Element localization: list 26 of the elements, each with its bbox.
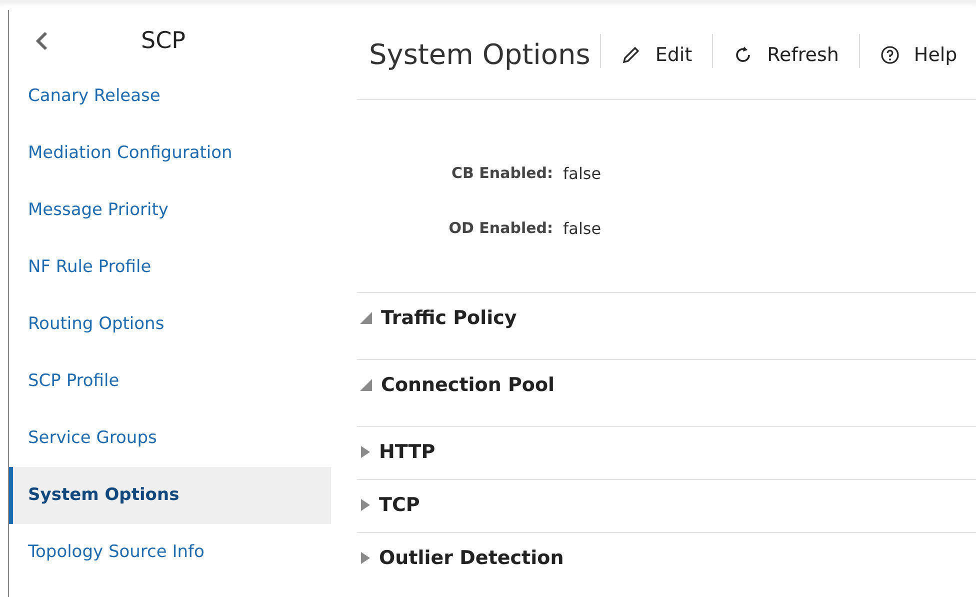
- field-label: OD Enabled:: [448, 219, 553, 237]
- chevron-left-icon: [35, 31, 49, 51]
- field-value: false: [563, 164, 602, 183]
- section-header[interactable]: HTTP: [357, 427, 436, 463]
- section-header[interactable]: TCP: [357, 480, 420, 516]
- pencil-icon: [621, 44, 642, 64]
- section-header[interactable]: Traffic Policy: [357, 293, 517, 329]
- edit-button[interactable]: Edit: [601, 44, 712, 66]
- sidebar-item[interactable]: Topology Source Info: [9, 524, 331, 581]
- sidebar-item[interactable]: NF Rule Profile: [9, 239, 331, 296]
- section-header[interactable]: Connection Pool: [357, 360, 555, 396]
- section-header[interactable]: Outlier Detection: [357, 533, 564, 569]
- sidebar-item[interactable]: SCP Profile: [9, 353, 331, 410]
- sidebar-item[interactable]: System Options: [9, 467, 331, 524]
- sidebar-item[interactable]: Service Groups: [9, 410, 331, 467]
- page-title: System Options: [369, 38, 590, 71]
- sidebar-title: SCP: [141, 28, 186, 54]
- help-icon: [880, 44, 900, 64]
- refresh-button[interactable]: Refresh: [713, 44, 859, 66]
- sidebar-item[interactable]: Mediation Configuration: [9, 125, 331, 182]
- sidebar-item[interactable]: Routing Options: [9, 296, 331, 353]
- sidebar-item[interactable]: Canary Release: [9, 68, 331, 125]
- help-button[interactable]: Help: [860, 44, 976, 66]
- field-value: false: [563, 219, 602, 238]
- field-label: CB Enabled:: [450, 164, 553, 182]
- sidebar-item[interactable]: Message Priority: [9, 182, 331, 239]
